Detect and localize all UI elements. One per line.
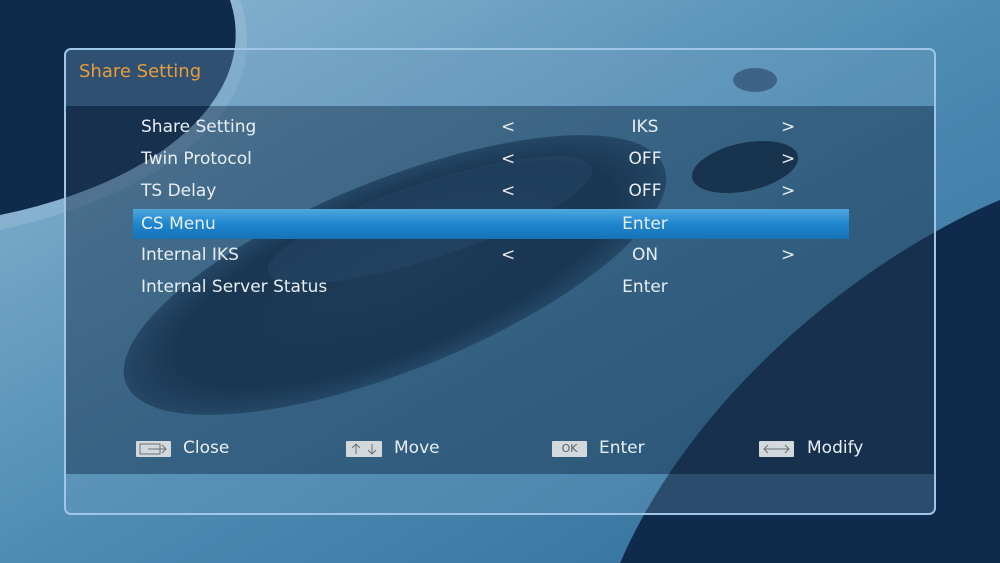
up-down-arrows-icon[interactable] (346, 441, 382, 457)
menu-item-label: Internal Server Status (141, 277, 328, 297)
menu-item-share-setting[interactable]: Share Setting < IKS > (133, 112, 849, 142)
left-arrow-icon[interactable]: < (501, 245, 515, 265)
move-hint-label: Move (394, 438, 440, 458)
menu-item-twin-protocol[interactable]: Twin Protocol < OFF > (133, 144, 849, 174)
right-arrow-icon[interactable]: > (781, 245, 795, 265)
title-bar: Share Setting (66, 50, 934, 106)
left-arrow-icon[interactable]: < (501, 117, 515, 137)
menu-item-label: Internal IKS (141, 245, 239, 265)
menu-item-cs-menu[interactable]: CS Menu Enter (133, 209, 849, 239)
exit-arrow-icon[interactable] (136, 441, 171, 457)
menu-item-value: ON (631, 245, 659, 265)
close-hint-label: Close (183, 438, 230, 458)
menu-item-label: Twin Protocol (141, 149, 252, 169)
menu-item-internal-server-status[interactable]: Internal Server Status Enter (133, 272, 849, 302)
menu-item-label: Share Setting (141, 117, 257, 137)
footer-bar (66, 474, 934, 513)
menu-item-value: Enter (622, 214, 668, 234)
ok-key-icon[interactable]: OK (552, 441, 587, 457)
dialog-title: Share Setting (79, 61, 202, 82)
enter-hint-label: Enter (599, 438, 645, 458)
right-arrow-icon[interactable]: > (781, 149, 795, 169)
menu-item-value: OFF (628, 149, 662, 169)
right-arrow-icon[interactable]: > (781, 117, 795, 137)
menu-item-label: CS Menu (141, 214, 216, 234)
right-arrow-icon[interactable]: > (781, 181, 795, 201)
modify-hint-label: Modify (807, 438, 864, 458)
menu-item-value: OFF (628, 181, 662, 201)
menu-item-value: Enter (622, 277, 668, 297)
left-arrow-icon[interactable]: < (501, 149, 515, 169)
menu-item-value: IKS (631, 117, 659, 137)
menu-item-label: TS Delay (141, 181, 217, 201)
left-right-arrows-icon[interactable] (759, 441, 794, 457)
left-arrow-icon[interactable]: < (501, 181, 515, 201)
menu-item-ts-delay[interactable]: TS Delay < OFF > (133, 176, 849, 206)
menu-item-internal-iks[interactable]: Internal IKS < ON > (133, 240, 849, 270)
